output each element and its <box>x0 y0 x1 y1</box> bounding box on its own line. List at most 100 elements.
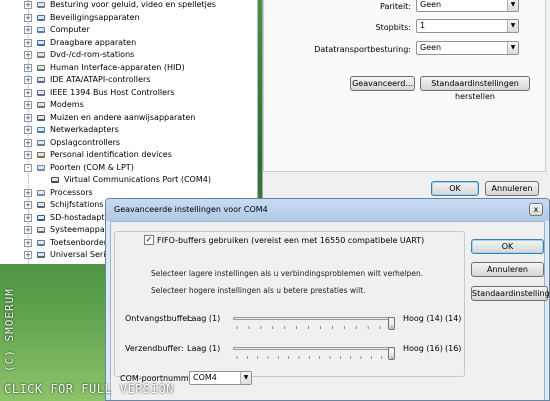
flow-control-select[interactable]: Geen ▼ <box>416 41 519 55</box>
stopbits-select[interactable]: 1 ▼ <box>416 19 519 33</box>
tree-category-item[interactable]: + Human Interface-apparaten (HID) <box>0 62 257 74</box>
port-properties-window: Pariteit: Geen ▼ Stopbits: 1 ▼ Datatrans… <box>262 0 550 200</box>
expand-icon[interactable]: + <box>24 126 32 134</box>
expand-icon[interactable]: + <box>24 151 32 159</box>
receive-buffer-ticks <box>236 326 393 329</box>
expand-icon[interactable]: + <box>24 138 32 147</box>
side-watermark: (C) SMOERUM <box>3 288 16 372</box>
transmit-buffer-label: Verzendbuffer: <box>125 344 184 353</box>
expand-icon[interactable]: + <box>24 38 32 47</box>
tree-category-item[interactable]: + IDE ATA/ATAPI-controllers <box>0 74 257 86</box>
expand-icon[interactable]: + <box>24 1 32 9</box>
tree-category-item[interactable]: + Besturing voor geluid, video en spellet… <box>0 0 257 11</box>
flow-control-label: Datatransportbesturing: <box>314 45 411 54</box>
expand-icon[interactable]: + <box>24 13 32 22</box>
parity-select[interactable]: Geen ▼ <box>416 0 519 12</box>
tree-category-item[interactable]: - Poorten (COM & LPT) <box>0 162 257 174</box>
cancel-button[interactable]: Annuleren <box>485 181 539 196</box>
mouse-icon <box>36 113 46 123</box>
expand-icon[interactable]: + <box>24 188 32 197</box>
expand-icon[interactable]: + <box>24 101 32 109</box>
expand-icon[interactable]: + <box>24 226 32 234</box>
port-icon <box>36 163 46 173</box>
expand-icon[interactable]: + <box>24 51 32 59</box>
receive-buffer-value: (14) <box>445 314 462 323</box>
transmit-buffer-ticks <box>236 356 393 359</box>
firewire-icon <box>36 88 46 98</box>
transmit-buffer-slider[interactable] <box>233 347 395 360</box>
ide-controller-icon <box>36 75 46 85</box>
tree-item-label: Schijfstations <box>50 200 104 209</box>
tree-category-item[interactable]: + Muizen en andere aanwijsapparaten <box>0 112 257 124</box>
tree-category-item[interactable]: + Personal identification devices <box>0 149 257 161</box>
close-button[interactable]: x <box>529 203 543 216</box>
expand-icon[interactable]: + <box>24 63 32 72</box>
tree-category-item[interactable]: + Netwerkadapters <box>0 124 257 136</box>
com-port-select[interactable]: COM4 ▼ <box>189 371 252 385</box>
collapse-icon[interactable]: - <box>24 163 32 172</box>
parity-value: Geen <box>420 0 442 9</box>
parity-label: Pariteit: <box>380 2 411 11</box>
tree-item-label: Opslagcontrollers <box>50 137 121 147</box>
expand-icon[interactable]: + <box>24 213 32 222</box>
receive-buffer-row: Ontvangstbuffer: Laag (1) Hoog (14) (14) <box>115 312 466 330</box>
full-version-link[interactable]: CLICK FOR FULL VERSION <box>4 382 174 396</box>
storage-controller-icon <box>36 138 46 148</box>
tree-item-label: Virtual Communications Port (COM4) <box>64 175 211 184</box>
fifo-group: Selecteer lagere instellingen als u verb… <box>114 231 465 377</box>
security-device-icon <box>36 13 46 23</box>
close-icon: x <box>533 205 539 214</box>
tree-category-item[interactable]: + Beveiligingsapparaten <box>0 12 257 24</box>
fifo-checkbox[interactable]: ✓ <box>144 235 154 245</box>
expand-icon[interactable]: + <box>24 113 32 122</box>
tree-category-item[interactable]: + IEEE 1394 Bus Host Controllers <box>0 87 257 99</box>
tree-category-item[interactable]: + Opslagcontrollers <box>0 137 257 149</box>
dialog-title: Geavanceerde instellingen voor COM4 <box>114 205 268 214</box>
receive-buffer-high-label: Hoog (14) <box>403 314 443 323</box>
hid-icon <box>36 63 46 73</box>
tree-child-item[interactable]: Virtual Communications Port (COM4) <box>0 174 257 186</box>
chevron-down-icon: ▼ <box>507 0 518 11</box>
stopbits-label: Stopbits: <box>375 23 412 32</box>
expand-icon[interactable]: + <box>24 26 32 34</box>
restore-defaults-button[interactable]: Standaardinstellingen herstellen <box>420 76 530 101</box>
chevron-down-icon: ▼ <box>507 20 518 32</box>
expand-icon[interactable]: + <box>24 251 32 259</box>
tree-category-item[interactable]: + Draagbare apparaten <box>0 37 257 49</box>
tree-item-label: Muizen en andere aanwijsapparaten <box>50 112 196 122</box>
tree-category-item[interactable]: + Processors <box>0 187 257 199</box>
fifo-checkbox-row[interactable]: ✓ FIFO-buffers gebruiken (vereist een me… <box>141 234 428 246</box>
tree-item-label: IEEE 1394 Bus Host Controllers <box>50 87 175 97</box>
tree-item-label: SD-hostadapte <box>50 212 110 222</box>
advanced-settings-dialog: Geavanceerde instellingen voor COM4 x Se… <box>105 198 550 401</box>
expand-icon[interactable]: + <box>24 201 32 209</box>
flow-control-row: Datatransportbesturing: Geen ▼ <box>264 41 547 57</box>
dialog-title-bar[interactable]: Geavanceerde instellingen voor COM4 x <box>106 199 549 221</box>
tree-item-label: Personal identification devices <box>50 150 172 159</box>
expand-icon[interactable]: + <box>24 76 32 84</box>
network-adapter-icon <box>36 125 46 135</box>
disk-drive-icon <box>36 200 46 210</box>
tree-category-item[interactable]: + Dvd-/cd-rom-stations <box>0 49 257 61</box>
receive-buffer-label: Ontvangstbuffer: <box>125 314 194 323</box>
dialog-cancel-button[interactable]: Annuleren <box>471 262 544 277</box>
tree-item-label: Beveiligingsapparaten <box>50 12 140 22</box>
transmit-buffer-high-label: Hoog (16) <box>403 344 443 353</box>
receive-buffer-slider[interactable] <box>233 317 395 330</box>
dialog-ok-button[interactable]: OK <box>471 239 544 254</box>
dialog-defaults-button[interactable]: Standaardinstellingen <box>471 286 550 301</box>
expand-icon[interactable]: + <box>24 238 32 247</box>
keyboard-icon <box>36 238 46 248</box>
usb-icon <box>36 250 46 260</box>
tree-category-item[interactable]: + Computer <box>0 24 257 36</box>
advanced-button[interactable]: Geavanceerd... <box>350 76 415 91</box>
computer-icon <box>36 25 46 35</box>
tree-category-item[interactable]: + Modems <box>0 99 257 111</box>
expand-icon[interactable]: + <box>24 88 32 97</box>
tree-item-label: Besturing voor geluid, video en spelletj… <box>50 0 216 9</box>
fifo-checkbox-label: FIFO-buffers gebruiken (vereist een met … <box>157 235 425 245</box>
tree-item-label: Computer <box>50 25 90 34</box>
transmit-buffer-value: (16) <box>445 344 462 353</box>
ok-button[interactable]: OK <box>431 181 479 196</box>
receive-buffer-low-label: Laag (1) <box>187 314 221 323</box>
